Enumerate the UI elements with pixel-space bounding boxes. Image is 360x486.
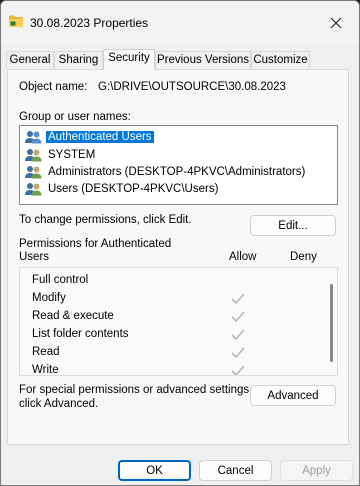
permission-row: Write [20, 362, 325, 376]
tab-label: General [9, 54, 51, 66]
list-item-administrators[interactable]: Administrators (DESKTOP-4PKVC\Administra… [23, 163, 336, 180]
window-title: 30.08.2023 Properties [30, 16, 149, 30]
tab-customize[interactable]: Customize [251, 51, 310, 69]
permission-name: List folder contents [32, 328, 129, 340]
list-item-users[interactable]: Users (DESKTOP-4PKVC\Users) [23, 180, 336, 197]
permission-name: Write [32, 364, 59, 376]
list-item-label: Authenticated Users [46, 130, 154, 143]
deny-column-header: Deny [290, 251, 317, 263]
special-permissions-text: For special permissions or advanced sett… [19, 384, 253, 396]
tab-security[interactable]: Security [103, 49, 155, 70]
check-icon [231, 347, 245, 359]
ok-button[interactable]: OK [118, 460, 191, 481]
cancel-button[interactable]: Cancel [199, 460, 272, 481]
group-names-label: Group or user names: [19, 111, 131, 123]
list-item-label: SYSTEM [48, 148, 96, 161]
permission-name: Read [32, 346, 60, 358]
permission-row: Full control [20, 272, 325, 290]
check-icon [231, 329, 245, 341]
apply-button[interactable]: Apply [280, 460, 353, 481]
tab-general[interactable]: General [6, 51, 54, 69]
object-name-value: G:\DRIVE\OUTSOURCE\30.08.2023 [98, 81, 286, 93]
ok-button-label: OK [146, 464, 163, 477]
list-item-label: Administrators (DESKTOP-4PKVC\Administra… [48, 165, 306, 178]
apply-button-label: Apply [302, 464, 331, 477]
tab-label: Sharing [58, 54, 99, 66]
permission-name: Full control [32, 274, 89, 286]
tab-previous-versions[interactable]: Previous Versions [155, 51, 251, 69]
change-permissions-text: To change permissions, click Edit. [19, 214, 192, 226]
special-permissions-text-line2: click Advanced. [19, 398, 99, 410]
permission-row: Read & execute [20, 308, 325, 326]
tab-label: Customize [253, 54, 308, 66]
properties-dialog: 30.08.2023 Properties General Sharing Se… [0, 0, 360, 486]
permission-name: Modify [32, 292, 66, 304]
list-item-label: Users (DESKTOP-4PKVC\Users) [48, 182, 219, 195]
users-group-icon [25, 165, 42, 178]
permission-row: List folder contents [20, 326, 325, 344]
check-icon [231, 365, 245, 375]
close-button[interactable] [313, 1, 359, 45]
permissions-list: Full control Modify Read & execute List … [19, 267, 338, 376]
dialog-footer: OK Cancel Apply [1, 445, 359, 485]
folder-icon [9, 15, 23, 27]
check-icon [231, 311, 245, 323]
group-list[interactable]: Authenticated Users SYSTEM Administrator… [19, 125, 338, 205]
permissions-scrollbar[interactable] [330, 284, 333, 362]
advanced-button-label: Advanced [267, 389, 319, 402]
advanced-button[interactable]: Advanced [250, 385, 336, 406]
permissions-for-label: Permissions for Authenticated [19, 238, 172, 250]
permission-name: Read & execute [32, 310, 114, 322]
title-bar: 30.08.2023 Properties [1, 1, 359, 45]
users-group-icon [25, 130, 42, 143]
object-name-label: Object name: [19, 81, 88, 93]
users-group-icon [25, 148, 42, 161]
list-item-authenticated-users[interactable]: Authenticated Users [23, 128, 336, 145]
tab-label: Previous Versions [156, 54, 250, 66]
permissions-for-label-line2: Users [19, 251, 50, 263]
allow-column-header: Allow [229, 251, 257, 263]
tab-sharing[interactable]: Sharing [54, 51, 103, 69]
edit-button-label: Edit... [278, 219, 308, 232]
users-group-icon [25, 182, 42, 195]
permission-row: Read [20, 344, 325, 362]
close-icon [330, 17, 342, 29]
cancel-button-label: Cancel [217, 464, 254, 477]
permission-row: Modify [20, 290, 325, 308]
edit-button[interactable]: Edit... [250, 215, 336, 236]
list-item-system[interactable]: SYSTEM [23, 146, 336, 163]
tab-label: Security [108, 52, 150, 64]
check-icon [231, 293, 245, 305]
